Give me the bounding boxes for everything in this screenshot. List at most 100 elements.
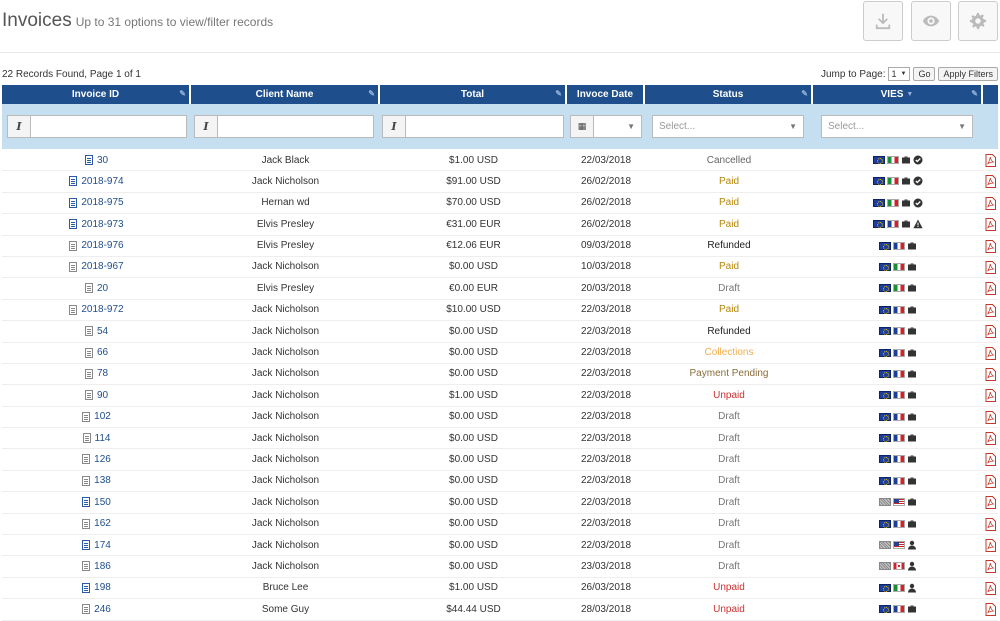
go-button[interactable]: Go — [913, 67, 936, 81]
invoice-id-text[interactable]: 54 — [97, 326, 108, 337]
table-row[interactable]: 2018-976 Elvis Presley €12.06 EUR 09/03/201… — [2, 236, 998, 257]
invoice-document-icon[interactable] — [84, 368, 93, 379]
pdf-download-icon[interactable] — [985, 389, 996, 403]
view-button[interactable] — [911, 1, 951, 41]
invoice-document-icon[interactable] — [82, 518, 91, 529]
invoice-document-icon[interactable] — [69, 304, 78, 315]
calendar-icon[interactable]: ▦ — [571, 116, 594, 137]
invoice-id-filter[interactable]: I — [7, 115, 187, 138]
pin-icon[interactable]: ✎ — [179, 89, 186, 98]
invoice-id-text[interactable]: 2018-976 — [81, 240, 123, 251]
invoice-id-text[interactable]: 186 — [94, 561, 111, 572]
invoice-id-cell[interactable]: 2018-973 — [2, 214, 191, 234]
invoice-id-cell[interactable]: 90 — [2, 385, 191, 405]
pin-icon[interactable]: ✎ — [555, 89, 562, 98]
table-row[interactable]: 114 Jack Nicholson $0.00 USD 22/03/2018 Draf… — [2, 428, 998, 450]
table-row[interactable]: 186 Jack Nicholson $0.00 USD 23/03/2018 Draf… — [2, 556, 998, 578]
invoice-document-icon[interactable] — [84, 326, 93, 337]
table-row[interactable]: 2018-974 Jack Nicholson $91.00 USD 26/02/20… — [2, 171, 998, 193]
invoice-document-icon[interactable] — [84, 390, 93, 401]
invoice-document-icon[interactable] — [82, 411, 91, 422]
invoice-id-text[interactable]: 114 — [95, 433, 111, 444]
invoice-document-icon[interactable] — [82, 497, 91, 508]
invoice-document-icon[interactable] — [82, 433, 91, 444]
pdf-download-icon[interactable] — [985, 175, 996, 189]
vies-filter[interactable]: Select... ▼ — [821, 115, 973, 138]
pin-icon[interactable]: ✎ — [368, 89, 375, 98]
table-row[interactable]: 78 Jack Nicholson $0.00 USD 22/03/2018 Payme… — [2, 364, 998, 386]
client-name-filter[interactable]: I — [194, 115, 374, 138]
invoice-id-text[interactable]: 138 — [94, 475, 111, 486]
invoice-document-icon[interactable] — [82, 454, 91, 465]
pdf-download-icon[interactable] — [985, 496, 996, 510]
invoice-id-cell[interactable]: 138 — [2, 471, 191, 491]
pdf-download-icon[interactable] — [985, 218, 996, 232]
col-invoice-date[interactable]: Invoce Date — [567, 85, 645, 104]
invoice-id-cell[interactable]: 198 — [2, 578, 191, 598]
invoice-id-cell[interactable]: 186 — [2, 556, 191, 576]
pdf-download-icon[interactable] — [985, 346, 996, 360]
pdf-download-icon[interactable] — [985, 260, 996, 274]
col-client-name[interactable]: Client Name ✎ — [191, 85, 380, 104]
text-format-icon[interactable]: I — [383, 116, 406, 137]
pin-icon[interactable]: ✎ — [971, 89, 978, 98]
table-row[interactable]: 150 Jack Nicholson $0.00 USD 22/03/2018 Draf… — [2, 492, 998, 514]
pdf-download-icon[interactable] — [985, 581, 996, 595]
invoice-id-cell[interactable]: 2018-974 — [2, 171, 191, 191]
invoice-id-cell[interactable]: 54 — [2, 321, 191, 341]
table-row[interactable]: 246 Some Guy $44.44 USD 28/03/2018 Unpaid — [2, 599, 998, 621]
invoice-id-text[interactable]: 90 — [97, 390, 108, 401]
invoice-document-icon[interactable] — [84, 347, 93, 358]
table-row[interactable]: 126 Jack Nicholson $0.00 USD 22/03/2018 Draf… — [2, 449, 998, 471]
invoice-id-text[interactable]: 174 — [94, 540, 111, 551]
invoice-id-cell[interactable]: 66 — [2, 343, 191, 363]
invoice-id-text[interactable]: 2018-972 — [81, 304, 123, 315]
invoice-id-text[interactable]: 2018-967 — [81, 261, 123, 272]
invoice-document-icon[interactable] — [82, 475, 91, 486]
pdf-download-icon[interactable] — [985, 603, 996, 617]
invoice-id-cell[interactable]: 162 — [2, 514, 191, 534]
table-row[interactable]: 174 Jack Nicholson $0.00 USD 22/03/2018 Draf… — [2, 535, 998, 557]
table-row[interactable]: 90 Jack Nicholson $1.00 USD 22/03/2018 Unpai… — [2, 385, 998, 407]
invoice-document-icon[interactable] — [82, 582, 91, 593]
invoice-id-cell[interactable]: 174 — [2, 535, 191, 555]
invoice-document-icon[interactable] — [82, 540, 91, 551]
pdf-download-icon[interactable] — [985, 367, 996, 381]
invoice-id-cell[interactable]: 126 — [2, 449, 191, 469]
invoice-id-cell[interactable]: 30 — [2, 150, 191, 170]
pdf-download-icon[interactable] — [985, 239, 996, 253]
table-row[interactable]: 20 Elvis Presley €0.00 EUR 20/03/2018 Draft — [2, 278, 998, 300]
table-row[interactable]: 54 Jack Nicholson $0.00 USD 22/03/2018 Refun… — [2, 321, 998, 343]
col-invoice-id[interactable]: Invoice ID ✎ — [2, 85, 191, 104]
invoice-id-text[interactable]: 2018-974 — [81, 176, 123, 187]
table-row[interactable]: 2018-972 Jack Nicholson $10.00 USD 22/03/20… — [2, 300, 998, 322]
invoice-id-text[interactable]: 20 — [97, 283, 108, 294]
invoice-id-cell[interactable]: 150 — [2, 492, 191, 512]
invoice-id-cell[interactable]: 246 — [2, 599, 191, 619]
pdf-download-icon[interactable] — [985, 154, 996, 167]
invoice-document-icon[interactable] — [69, 219, 78, 230]
invoice-document-icon[interactable] — [69, 197, 78, 208]
table-row[interactable]: 138 Jack Nicholson $0.00 USD 22/03/2018 Draf… — [2, 471, 998, 493]
invoice-document-icon[interactable] — [69, 261, 78, 272]
apply-filters-button[interactable]: Apply Filters — [938, 67, 998, 81]
table-row[interactable]: 2018-967 Jack Nicholson $0.00 USD 10/03/201… — [2, 257, 998, 279]
table-row[interactable]: 198 Bruce Lee $1.00 USD 26/03/2018 Unpaid — [2, 578, 998, 600]
col-status[interactable]: Status ✎ — [645, 85, 813, 104]
table-row[interactable]: 2018-975 Hernan wd $70.00 USD 26/02/2018 Pai… — [2, 193, 998, 215]
table-row[interactable]: 66 Jack Nicholson $0.00 USD 22/03/2018 Colle… — [2, 343, 998, 364]
invoice-id-text[interactable]: 102 — [94, 411, 111, 422]
status-filter[interactable]: Select... ▼ — [652, 115, 804, 138]
table-row[interactable]: 102 Jack Nicholson $0.00 USD 22/03/2018 Draf… — [2, 407, 998, 429]
col-total[interactable]: Total ✎ — [380, 85, 567, 104]
invoice-id-text[interactable]: 78 — [97, 368, 108, 379]
pdf-download-icon[interactable] — [985, 303, 996, 317]
text-format-icon[interactable]: I — [195, 116, 218, 137]
invoice-id-cell[interactable]: 20 — [2, 278, 191, 298]
total-filter[interactable]: I — [382, 115, 564, 138]
invoice-id-text[interactable]: 2018-975 — [81, 197, 123, 208]
settings-button[interactable] — [958, 1, 998, 41]
page-select[interactable]: 1 ▼ — [888, 67, 911, 81]
invoice-id-text[interactable]: 150 — [94, 497, 111, 508]
invoice-id-text[interactable]: 162 — [94, 518, 111, 529]
